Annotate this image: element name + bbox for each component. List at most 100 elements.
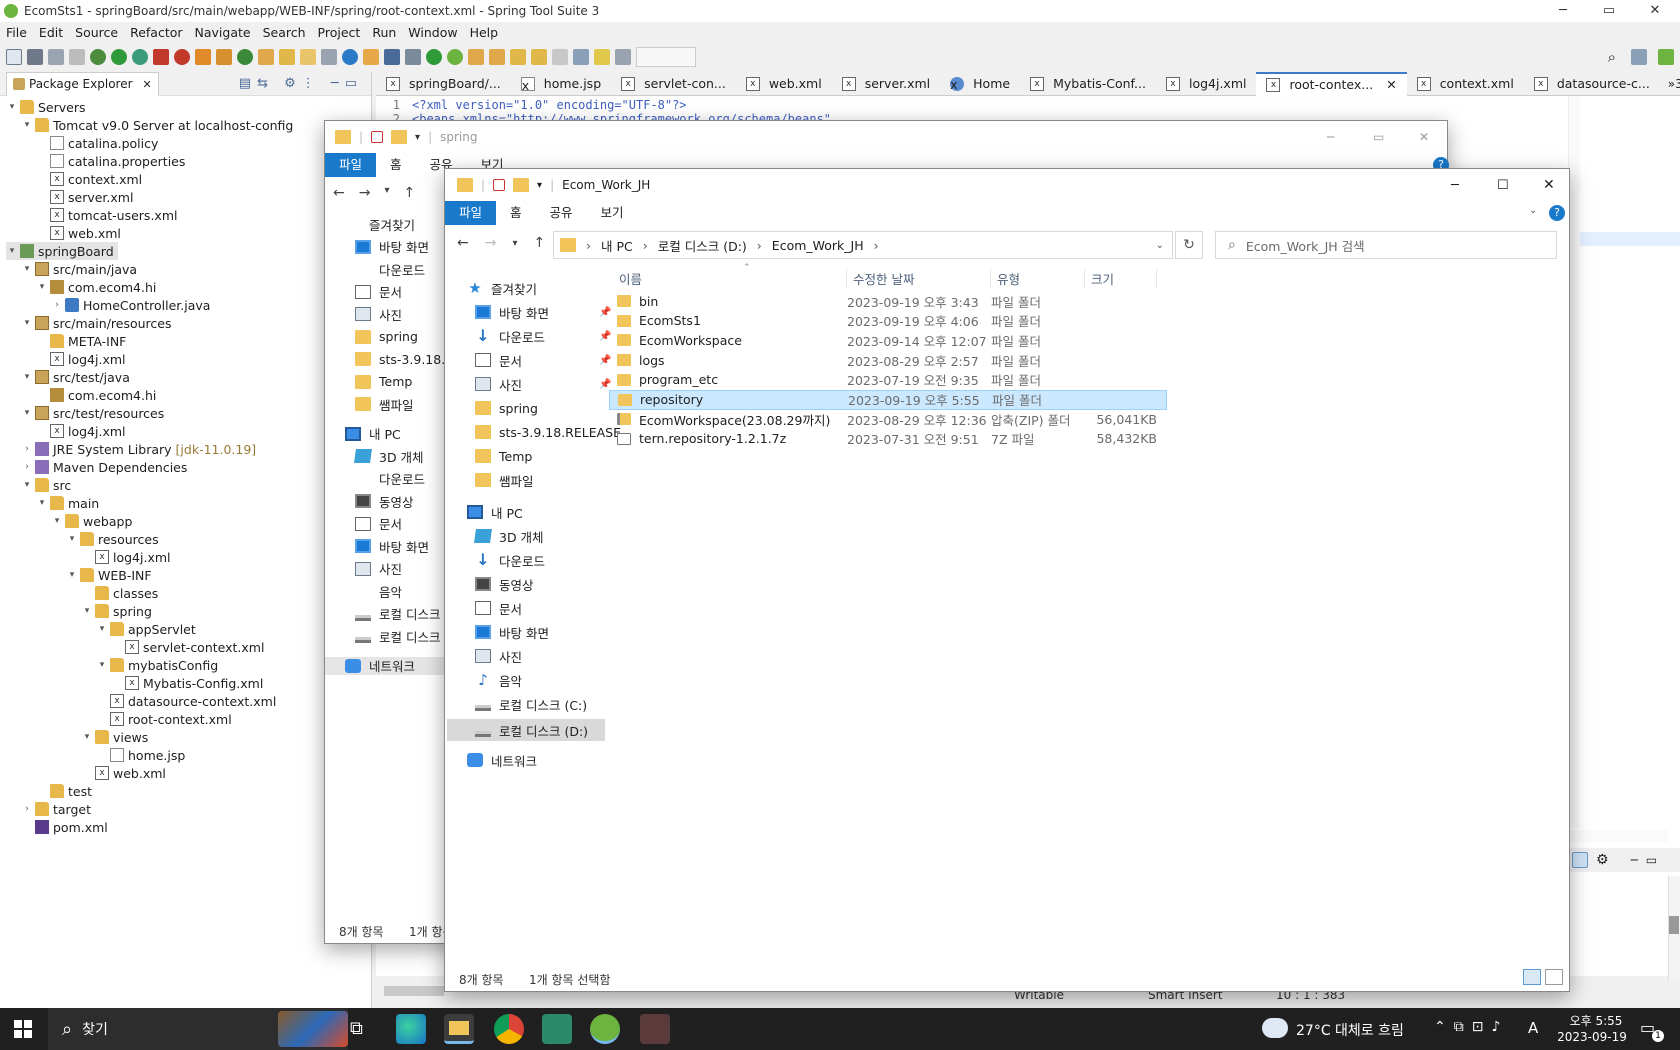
nav-item[interactable]: Temp [355,373,412,391]
ribbon-tab-3[interactable]: 보기 [587,201,638,225]
nav-item[interactable]: 즐겨찾기 [345,215,415,233]
twisty-icon[interactable]: › [51,300,63,310]
nav-item[interactable]: Temp [475,447,532,465]
nav-item[interactable]: 네트워크 [325,656,445,675]
editor-tab[interactable]: x home.jsp [511,72,611,96]
twisty-icon[interactable]: ▾ [96,660,108,670]
coverage-icon[interactable] [132,49,148,65]
tree-item[interactable]: home.jsp [96,746,185,764]
column-name[interactable]: 이름 [609,268,847,288]
nav-item[interactable]: 사진 [475,647,522,665]
ribbon-tab-2[interactable]: 공유 [536,201,587,225]
annotation-icon[interactable] [363,49,379,65]
refresh-icon[interactable]: ↻ [1175,231,1203,259]
nav-item[interactable]: sts-3.9.18.RELEASE [475,423,621,441]
nav-item[interactable]: 음악 [355,582,402,600]
toolbar-combo[interactable] [636,47,696,67]
editor-tab[interactable]: x servlet-con... [611,72,736,96]
nav-item[interactable]: 바탕 화면 [475,623,549,641]
tree-item[interactable]: ▾ src/main/java [21,260,137,278]
tree-item[interactable]: ▾ Servers [6,98,86,116]
nav-item[interactable]: 문서 [475,599,522,617]
game-icon[interactable] [640,1014,670,1044]
toggle-mark-icon[interactable] [321,49,337,65]
package-explorer-view-menu-icons[interactable]: ▤⇆ ⚙⋮ ─▭ [239,76,363,91]
nav-item[interactable]: 로컬 디스크 (D:) [447,719,605,741]
tree-item[interactable]: x Mybatis-Config.xml [111,674,263,692]
nav-item[interactable]: 동영상 [475,575,534,593]
nav-item[interactable]: spring [355,328,418,346]
tree-item[interactable]: ▾ WEB-INF [66,566,152,584]
nav-item[interactable]: 바탕 화면 📌 [475,303,611,321]
pin-icon[interactable] [594,49,610,65]
twisty-icon[interactable]: ▾ [21,264,33,274]
web-browser-icon[interactable] [342,49,358,65]
nav-item[interactable]: 바탕 화면 [355,537,429,555]
forward-icon[interactable] [552,49,568,65]
run-icon[interactable] [111,49,127,65]
menu-source[interactable]: Source [69,25,124,40]
tray-icons[interactable]: ⌃⧉⊡♪ [1434,1019,1508,1035]
print-icon[interactable] [69,49,85,65]
close-tab-icon[interactable]: ✕ [1386,77,1396,92]
twisty-icon[interactable]: ▾ [66,534,78,544]
package-explorer-tab[interactable]: Package Explorer ✕ [6,71,159,96]
tree-item[interactable]: ▾ views [81,728,149,746]
search-placeholder[interactable]: Ecom_Work_JH 검색 [1246,236,1365,255]
twisty-icon[interactable]: ▾ [6,246,18,256]
editor-tab[interactable]: x datasource-c... [1524,72,1660,96]
nav-item[interactable]: ★ 즐겨찾기 [467,279,537,297]
settings-gear-icon[interactable]: ⚙ [1596,852,1609,868]
file-explorer-icon[interactable] [444,1014,474,1044]
back-icon[interactable] [531,49,547,65]
tree-item[interactable]: x tomcat-users.xml [36,206,177,224]
ribbon-expand-icon[interactable]: ⌄ [1529,205,1537,216]
spell-icon[interactable] [1572,852,1588,868]
column-type[interactable]: 유형 [991,268,1085,288]
forward-arrow-icon[interactable]: → [359,185,371,201]
nav-item[interactable]: spring [475,399,538,417]
tree-item[interactable]: ▾ springBoard [6,242,118,260]
tree-item[interactable]: › JRE System Library [jdk-11.0.19] [21,440,256,458]
tree-item[interactable]: classes [81,584,158,602]
file-row[interactable]: logs 2023-08-29 오후 2:57 파일 폴더 [609,350,1167,370]
ribbon-tab-0[interactable]: 파일 [445,201,497,225]
tab-overflow[interactable]: »3 [1668,77,1680,91]
editor-tab[interactable]: x springBoard/... [376,72,511,96]
tree-item[interactable]: x root-context.xml [96,710,232,728]
file-row[interactable]: repository 2023-09-19 오후 5:55 파일 폴더 [609,389,1167,410]
editor-tab[interactable]: x Mybatis-Conf... [1020,72,1156,96]
nav-item[interactable]: 내 PC [345,425,401,443]
clock-time[interactable]: 오후 5:55 [1560,1012,1632,1029]
up-arrow-icon[interactable]: ↑ [404,185,416,201]
next-annotation-icon[interactable] [468,49,484,65]
forward-arrow-icon[interactable]: → [485,235,497,251]
nav-item[interactable]: 로컬 디스크 [355,605,440,623]
tree-item[interactable]: x log4j.xml [36,422,126,440]
nav-item[interactable]: 쌤파일 [355,395,414,413]
properties-icon[interactable] [493,179,506,191]
breadcrumb-folder[interactable]: Ecom_Work_JH [772,238,864,253]
skip-breakpoints-icon[interactable] [405,49,421,65]
twisty-icon[interactable]: ▾ [81,606,93,616]
new-java-project-icon[interactable] [195,49,211,65]
tree-item[interactable]: › target [21,800,91,818]
back-arrow-icon[interactable]: ← [457,235,469,251]
external-tools-icon[interactable] [174,49,190,65]
boot-dashboard-icon[interactable] [426,49,442,65]
panel-maximize-icon[interactable]: ▭ [1646,853,1657,867]
explorer-spring-minimize[interactable]: ─ [1327,130,1334,144]
twisty-icon[interactable]: ▾ [51,516,63,526]
save-icon[interactable] [27,49,43,65]
explorer-ecom-minimize[interactable]: ─ [1451,178,1459,193]
last-edit-icon[interactable] [510,49,526,65]
tree-item[interactable]: x datasource-context.xml [96,692,276,710]
nav-item[interactable]: 다운로드 [355,260,425,278]
qat-dropdown-icon[interactable]: ▾ [537,180,542,191]
edge-icon[interactable] [396,1014,426,1044]
properties-icon[interactable] [371,131,384,143]
tree-item[interactable]: x server.xml [36,188,133,206]
tree-item[interactable]: ▾ resources [66,530,159,548]
breadcrumb-pc[interactable]: 내 PC [601,236,633,255]
column-size[interactable]: 크기 [1085,268,1157,288]
